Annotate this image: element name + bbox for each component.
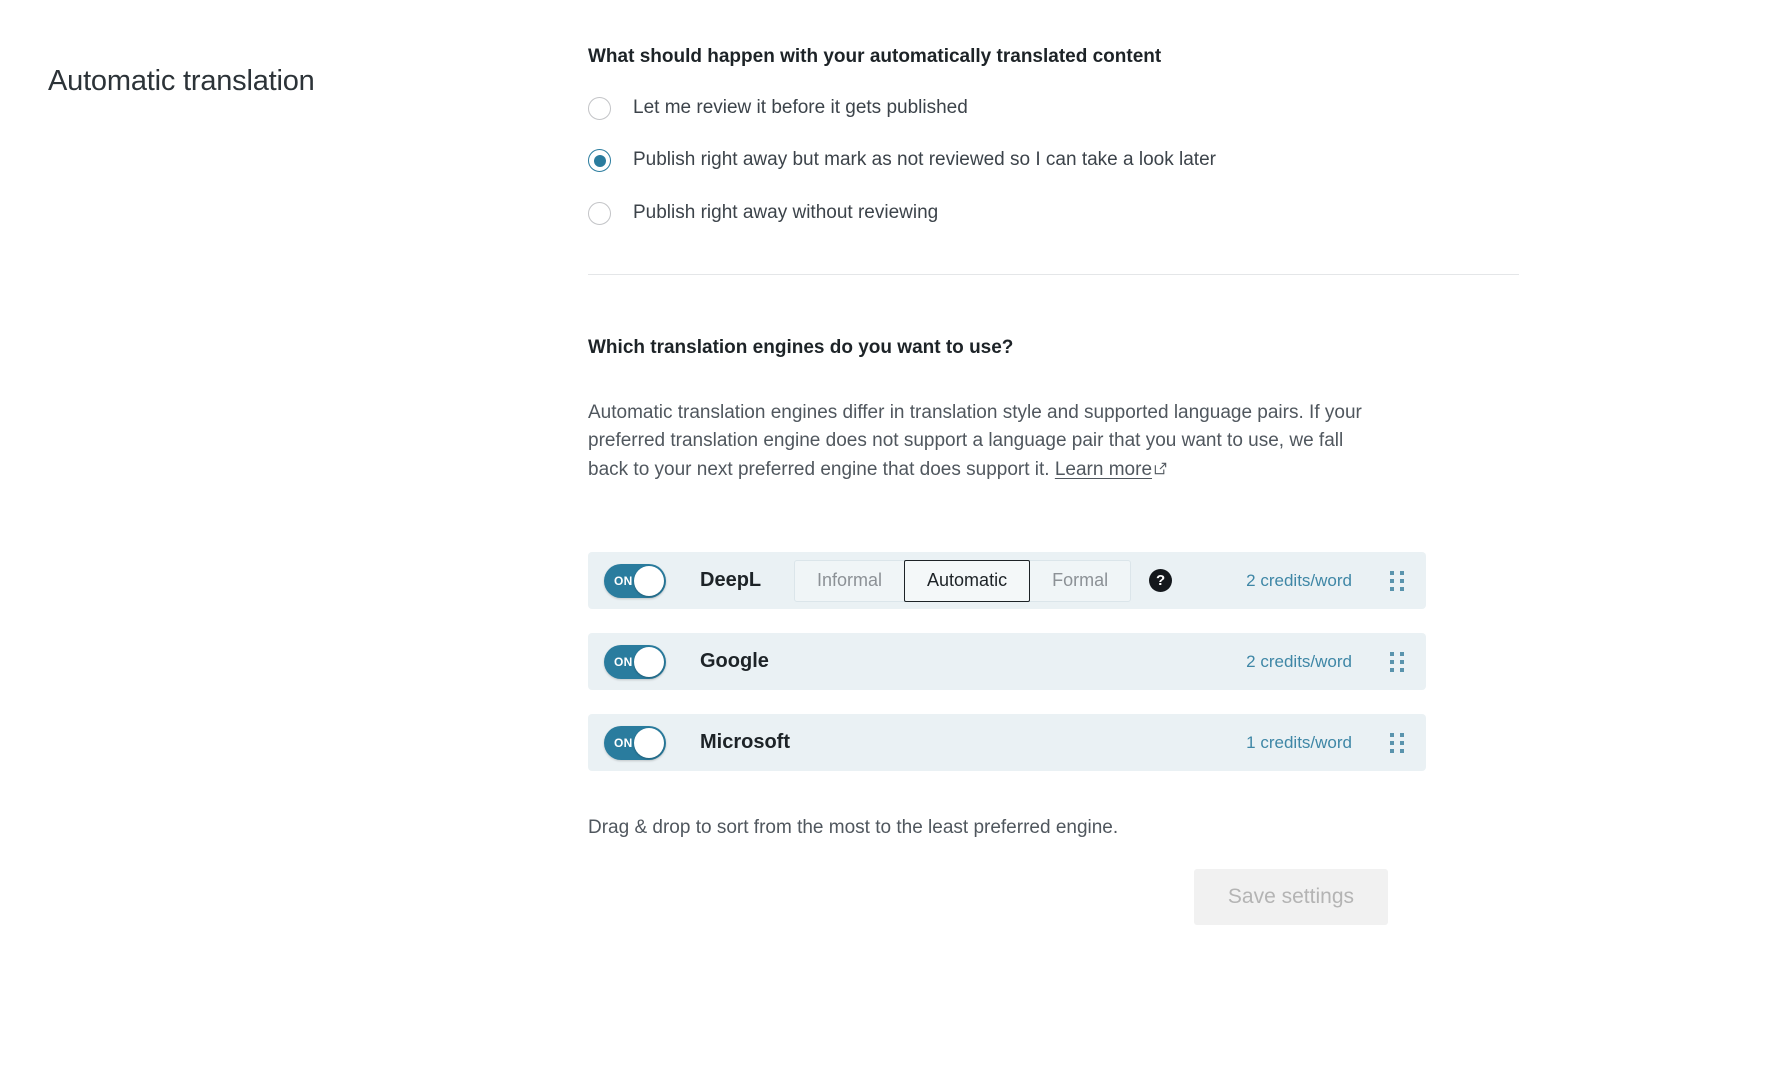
formality-segmented-control-deepl: Informal Automatic Formal [794, 559, 1132, 602]
learn-more-link[interactable]: Learn more [1055, 459, 1168, 480]
radio-option-label: Publish right away but mark as not revie… [633, 149, 1216, 171]
radio-icon[interactable] [588, 201, 611, 225]
engine-row-microsoft[interactable]: ON Microsoft 1 credits/word [588, 714, 1426, 772]
drag-handle-google[interactable] [1390, 651, 1404, 672]
engine-credits-microsoft: 1 credits/word [1246, 732, 1352, 752]
page-title: Automatic translation [48, 65, 315, 98]
review-setting-heading: What should happen with your automatical… [588, 46, 1162, 67]
engine-toggle-deepl[interactable]: ON [604, 563, 666, 598]
engine-name-google: Google [700, 650, 769, 673]
drag-handle-deepl[interactable] [1390, 570, 1404, 591]
settings-content: What should happen with your automatical… [588, 44, 1548, 926]
radio-icon-selected[interactable] [588, 149, 611, 173]
engines-description-text: Automatic translation engines differ in … [588, 401, 1362, 481]
radio-option-publish-mark-unreviewed[interactable]: Publish right away but mark as not revie… [588, 147, 1548, 173]
toggle-state-label: ON [614, 654, 633, 669]
engine-row-google[interactable]: ON Google 2 credits/word [588, 633, 1426, 691]
toggle-knob [634, 646, 664, 677]
save-button-row: Save settings [588, 869, 1388, 926]
engines-setting-heading: Which translation engines do you want to… [588, 336, 1014, 358]
toggle-knob [634, 727, 664, 758]
drag-drop-hint: Drag & drop to sort from the most to the… [588, 817, 1119, 839]
engine-toggle-microsoft[interactable]: ON [604, 725, 666, 760]
engine-toggle-google[interactable]: ON [604, 644, 666, 679]
engine-credits-deepl: 2 credits/word [1246, 570, 1352, 590]
formality-option-informal[interactable]: Informal [795, 561, 904, 601]
external-link-icon [1153, 457, 1168, 486]
radio-icon[interactable] [588, 96, 611, 120]
radio-option-label: Let me review it before it gets publishe… [633, 96, 968, 118]
engine-row-deepl[interactable]: ON DeepL Informal Automatic Formal ? 2 c… [588, 552, 1426, 610]
toggle-state-label: ON [614, 735, 633, 750]
save-settings-button[interactable]: Save settings [1193, 869, 1388, 926]
review-setting-radio-group: Let me review it before it gets publishe… [588, 95, 1548, 226]
help-question-icon[interactable]: ? [1149, 569, 1173, 593]
radio-option-publish-without-review[interactable]: Publish right away without reviewing [588, 200, 1548, 226]
engine-list: ON DeepL Informal Automatic Formal ? 2 c… [588, 552, 1548, 772]
section-divider [588, 273, 1519, 275]
toggle-state-label: ON [614, 573, 633, 588]
drag-handle-microsoft[interactable] [1390, 732, 1404, 753]
settings-page: Automatic translation What should happen… [0, 0, 1788, 1086]
engine-name-microsoft: Microsoft [700, 731, 790, 754]
toggle-knob [634, 565, 664, 596]
engines-description: Automatic translation engines differ in … [588, 399, 1388, 487]
radio-option-review-before-publish[interactable]: Let me review it before it gets publishe… [588, 95, 1548, 121]
engine-name-deepl: DeepL [700, 569, 762, 592]
radio-option-label: Publish right away without reviewing [633, 201, 939, 223]
learn-more-label: Learn more [1054, 459, 1153, 481]
engine-credits-google: 2 credits/word [1246, 651, 1352, 671]
formality-option-automatic[interactable]: Automatic [904, 559, 1031, 602]
formality-option-formal[interactable]: Formal [1030, 561, 1130, 601]
